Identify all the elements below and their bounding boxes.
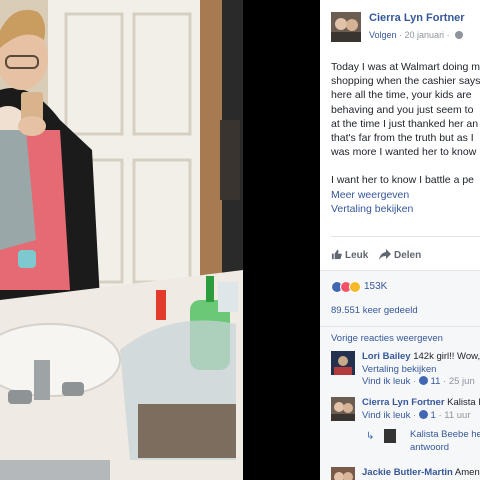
reply-line: Kalista Beebe heef (410, 429, 480, 440)
footer-separator: · (435, 409, 445, 421)
share-label: Delen (394, 250, 422, 261)
comments-section: Vorige reacties weergeven Lori Bailey 14… (320, 326, 480, 480)
comment-body: Cierra Lyn Fortner Kalista B Vind ik leu… (362, 397, 480, 422)
post-text-line: Today I was at Walmart doing m (331, 61, 480, 73)
post-text: Today I was at Walmart doing m shopping … (331, 60, 480, 216)
comment-text: Kalista B (447, 397, 480, 408)
facebook-post-panel: Cierra Lyn Fortner Volgen · 20 januari ·… (320, 0, 480, 480)
reply-arrow-icon: ↳ (366, 431, 375, 442)
comment-time[interactable]: 25 jun (449, 376, 475, 387)
post-text-line: at the time I just thanked her an (331, 117, 479, 130)
see-more-link[interactable]: Meer weergeven (331, 188, 480, 202)
reply-line: antwoord (410, 441, 450, 453)
post-date[interactable]: 20 januari (405, 30, 445, 40)
comment-time[interactable]: 11 uur (444, 410, 470, 421)
reply-text: Kalista Beebe heef antwoord (410, 429, 480, 454)
comment-footer: Vind ik leuk · 11 · 25 jun (362, 376, 480, 389)
like-badge-icon (418, 376, 428, 385)
commenter-avatar[interactable] (331, 467, 355, 480)
footer-separator: · (410, 376, 419, 387)
commenter-avatar[interactable] (331, 397, 355, 421)
post-text-line: was more I wanted her to know (331, 146, 477, 159)
follow-link[interactable]: Volgen (369, 30, 397, 40)
separator-dot: · (444, 30, 453, 40)
sad-reaction-icon (349, 280, 361, 293)
reactions-count: 153K (364, 281, 388, 293)
mirror-selfie-image (0, 0, 243, 480)
footer-separator: · (410, 409, 419, 421)
post-meta: Volgen · 20 januari · (369, 30, 464, 40)
like-badge-icon (418, 409, 428, 419)
footer-separator: · (440, 376, 449, 387)
shares-count-link[interactable]: 89.551 keer gedeeld (331, 305, 418, 316)
reactions-summary[interactable]: 153K (331, 278, 388, 293)
share-button[interactable]: Delen (379, 249, 421, 261)
author-name[interactable]: Cierra Lyn Fortner (369, 12, 465, 24)
meta-separator: · (396, 30, 405, 40)
post-text-line: here all the time, your kids are (331, 89, 472, 102)
previous-comments-link[interactable]: Vorige reacties weergeven (331, 333, 443, 344)
post-text-line: shopping when the cashier says (331, 75, 480, 88)
globe-icon (455, 31, 464, 39)
post-text-line: that's far from the truth but as I (331, 132, 474, 145)
comment-like-count: 11 (430, 376, 441, 387)
comment-footer: Vind ik leuk · 1 · 11 uur (362, 409, 480, 423)
post-photo[interactable] (0, 0, 243, 480)
share-arrow-icon (379, 249, 391, 260)
reply-avatar (384, 429, 396, 443)
commenter-avatar[interactable] (331, 351, 355, 375)
author-avatar[interactable] (331, 12, 361, 42)
comment-text: 142k girl!! Wow, (410, 351, 480, 362)
see-translation-link[interactable]: Vertaling bekijken (331, 202, 480, 216)
comment-like-link[interactable]: Vind ik leuk (362, 410, 410, 421)
post-stats: 153K 89.551 keer gedeeld (320, 270, 480, 326)
post-actions: Leuk Delen (331, 236, 480, 270)
post-text-line: I want her to know I battle a pe (331, 174, 475, 187)
like-label: Leuk (345, 250, 369, 261)
comment-body: Jackie Butler-Martin Amen! (362, 467, 480, 480)
comment-body: Lori Bailey 142k girl!! Wow, Vertaling b… (362, 351, 480, 389)
comment-like-link[interactable]: Vind ik leuk (362, 376, 410, 387)
commenter-name[interactable]: Lori Bailey (362, 351, 411, 362)
like-button[interactable]: Leuk (331, 249, 368, 261)
commenter-name[interactable]: Jackie Butler-Martin (362, 467, 453, 478)
comment-text: Amen! (452, 467, 480, 478)
commenter-name[interactable]: Cierra Lyn Fortner (362, 397, 445, 408)
translate-link[interactable]: Vertaling bekijken (362, 364, 480, 377)
post-text-line: behaving and you just seem to (331, 103, 474, 116)
thumbs-up-icon (331, 249, 342, 260)
